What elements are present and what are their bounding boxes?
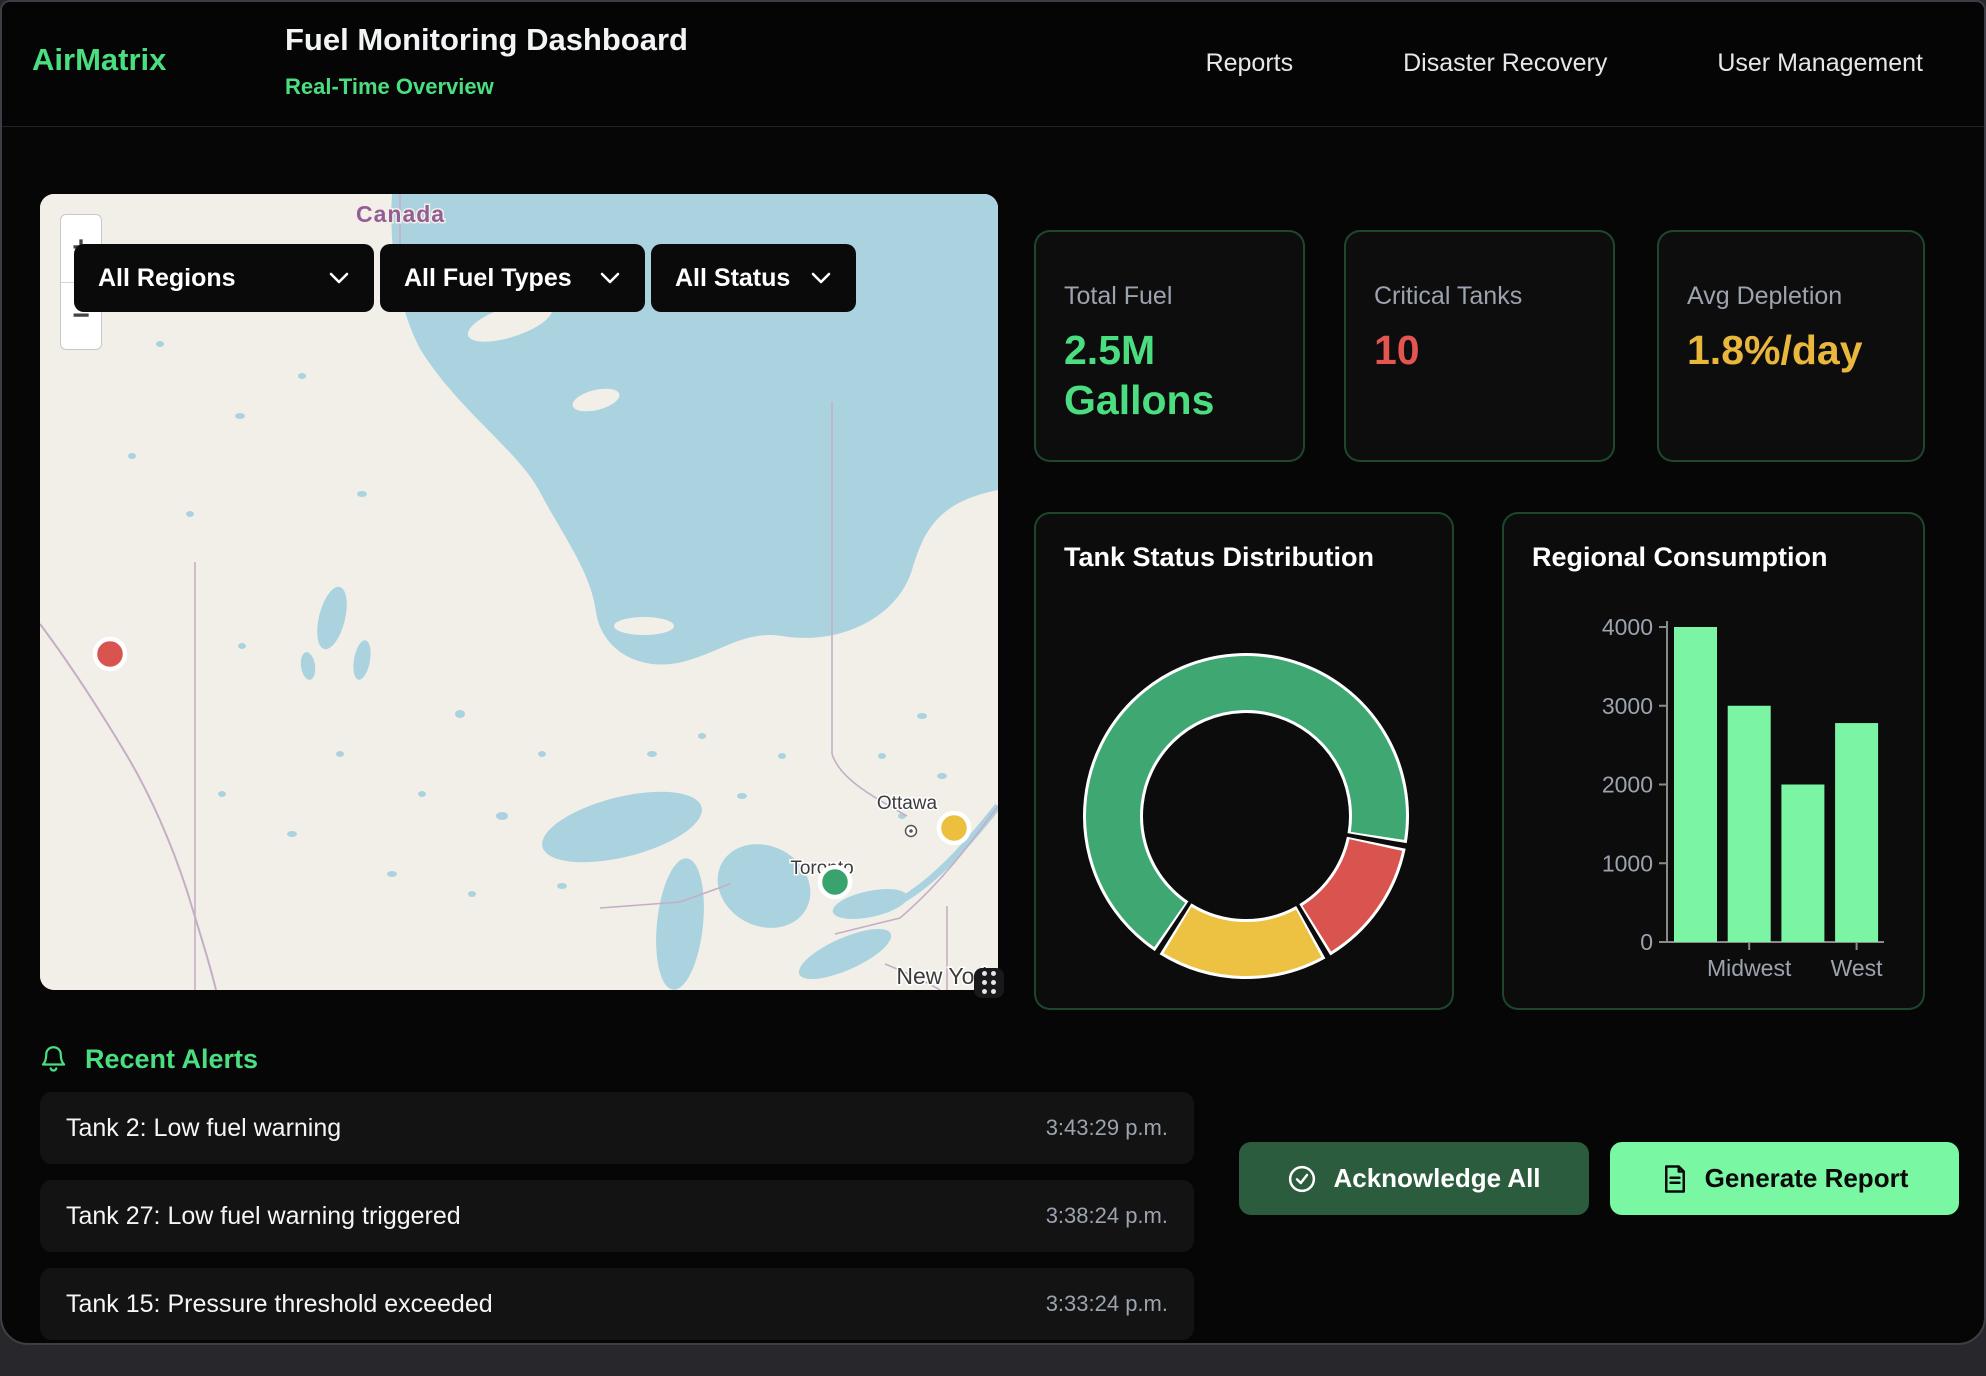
stat-value: 1.8%/​day <box>1687 325 1892 375</box>
chevron-down-icon <box>810 271 832 285</box>
donut-segment-critical <box>1317 845 1376 929</box>
generate-report-button[interactable]: Generate Report <box>1610 1142 1959 1215</box>
chevron-down-icon <box>599 271 621 285</box>
donut-segment-warning <box>1178 930 1309 949</box>
dashboard-window: AirMatrix Fuel Monitoring Dashboard Real… <box>0 0 1986 1345</box>
filter-dropdown-all-status[interactable]: All Status <box>651 244 856 312</box>
generate-report-label: Generate Report <box>1705 1163 1909 1194</box>
page-subtitle: Real-Time Overview <box>285 74 494 100</box>
nav-item-user-management[interactable]: User Management <box>1717 49 1923 78</box>
bar-2 <box>1781 785 1824 943</box>
document-icon <box>1661 1164 1689 1194</box>
alert-timestamp: 3:38:24 p.m. <box>1046 1203 1168 1229</box>
stat-label: Avg Depletion <box>1687 282 1923 311</box>
main-nav: Reports Disaster Recovery User Management <box>1206 49 1923 78</box>
filter-label: All Regions <box>98 264 236 293</box>
map-city-symbol-dot <box>909 829 913 833</box>
tank-marker-warning[interactable] <box>939 813 969 843</box>
bar-3 <box>1835 723 1878 942</box>
nav-item-reports[interactable]: Reports <box>1206 49 1294 78</box>
chevron-down-icon <box>328 271 350 285</box>
tank-marker-normal[interactable] <box>820 867 850 897</box>
alert-timestamp: 3:43:29 p.m. <box>1046 1115 1168 1141</box>
map-filter-bar: All Regions All Fuel Types All Status <box>74 244 856 312</box>
brand-logo[interactable]: AirMatrix <box>32 42 166 78</box>
filter-dropdown-all-fuel-types[interactable]: All Fuel Types <box>380 244 645 312</box>
stat-card-critical-tanks: Critical Tanks 10 <box>1344 230 1615 462</box>
y-tick-label: 4000 <box>1602 614 1653 640</box>
stat-label: Critical Tanks <box>1374 282 1613 311</box>
alert-row: Tank 15: Pressure threshold exceeded 3:33… <box>40 1268 1194 1340</box>
tank-status-donut-chart <box>1036 514 1456 1012</box>
tank-status-panel: Tank Status Distribution <box>1034 512 1454 1010</box>
bell-icon <box>40 1045 67 1074</box>
stat-label: Total Fuel <box>1064 282 1303 311</box>
stat-value: 10 <box>1374 325 1579 375</box>
regional-consumption-panel: Regional Consumption 01000200030004000Mi… <box>1502 512 1925 1010</box>
regional-consumption-bar-chart: 0 1000 2000 3000 4000 Midwest West <box>1504 514 1927 1012</box>
filter-label: All Fuel Types <box>404 264 572 293</box>
stat-card-total-fuel: Total Fuel 2.5M Gallons <box>1034 230 1305 462</box>
check-circle-icon <box>1287 1164 1317 1194</box>
header: AirMatrix Fuel Monitoring Dashboard Real… <box>2 2 1984 127</box>
alert-row: Tank 27: Low fuel warning triggered 3:38:… <box>40 1180 1194 1252</box>
page-title: Fuel Monitoring Dashboard <box>285 22 688 58</box>
alert-timestamp: 3:33:24 p.m. <box>1046 1291 1168 1317</box>
x-tick-label: Midwest <box>1707 955 1792 981</box>
x-tick-label: West <box>1831 955 1884 981</box>
alerts-title: Recent Alerts <box>85 1044 258 1075</box>
y-tick-label: 0 <box>1640 929 1653 955</box>
alert-row: Tank 2: Low fuel warning 3:43:29 p.m. <box>40 1092 1194 1164</box>
y-tick-label: 1000 <box>1602 850 1653 876</box>
filter-dropdown-all-regions[interactable]: All Regions <box>74 244 374 312</box>
acknowledge-all-label: Acknowledge All <box>1333 1163 1540 1194</box>
y-tick-label: 2000 <box>1602 772 1653 798</box>
map-label-ottawa: Ottawa <box>877 793 938 814</box>
alerts-header: Recent Alerts <box>40 1044 258 1075</box>
nav-item-disaster-recovery[interactable]: Disaster Recovery <box>1403 49 1607 78</box>
acknowledge-all-button[interactable]: Acknowledge All <box>1239 1142 1589 1215</box>
map-canvas: Canada Ottawa Toronto New York <box>40 194 998 990</box>
resize-handle-icon[interactable] <box>974 968 1004 998</box>
stat-card-avg-depletion: Avg Depletion 1.8%/​day <box>1657 230 1925 462</box>
bar-1 <box>1728 706 1771 942</box>
bar-0 <box>1674 627 1717 942</box>
alert-message: Tank 27: Low fuel warning triggered <box>66 1202 461 1231</box>
alert-message: Tank 15: Pressure threshold exceeded <box>66 1290 493 1319</box>
filter-label: All Status <box>675 264 790 293</box>
alert-message: Tank 2: Low fuel warning <box>66 1114 341 1143</box>
fuel-map[interactable]: Canada Ottawa Toronto New York + − All R… <box>40 194 998 990</box>
tank-marker-critical[interactable] <box>95 639 125 669</box>
y-tick-label: 3000 <box>1602 693 1653 719</box>
stat-value: 2.5M Gallons <box>1064 325 1269 425</box>
map-island <box>614 617 674 635</box>
map-label-country: Canada <box>356 201 445 227</box>
